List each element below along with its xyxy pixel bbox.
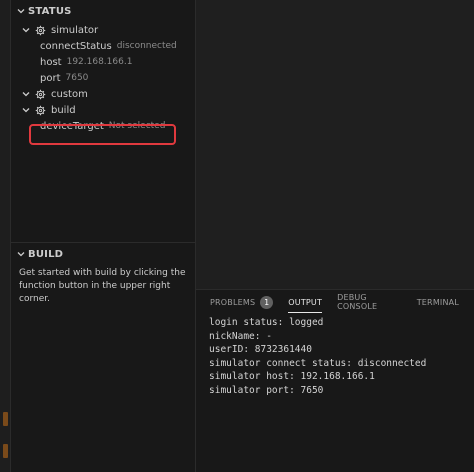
chevron-down-icon bbox=[19, 87, 33, 101]
output-line: userID: 8732361440 bbox=[209, 344, 312, 356]
status-section-title: STATUS bbox=[28, 5, 72, 17]
tab-label: OUTPUT bbox=[288, 297, 323, 307]
chevron-down-icon bbox=[19, 23, 33, 37]
tree-group-label: custom bbox=[51, 88, 88, 100]
gear-icon bbox=[33, 103, 47, 117]
problems-count-badge: 1 bbox=[260, 295, 274, 309]
output-line: nickName: - bbox=[209, 330, 272, 342]
tab-label: TERMINAL bbox=[416, 297, 459, 307]
tab-label: PROBLEMS bbox=[210, 297, 256, 307]
bottom-panel: PROBLEMS 1 OUTPUT DEBUG CONSOLE TERMINAL… bbox=[196, 289, 474, 472]
tab-terminal[interactable]: TERMINAL bbox=[417, 290, 459, 314]
tree-item-host[interactable]: host 192.168.166.1 bbox=[11, 54, 195, 70]
activity-bar bbox=[0, 0, 11, 472]
tree-item-port[interactable]: port 7650 bbox=[11, 70, 195, 86]
tab-problems[interactable]: PROBLEMS 1 bbox=[210, 290, 274, 314]
gear-icon bbox=[33, 87, 47, 101]
tree-item-key: port bbox=[40, 72, 61, 84]
build-section-title: BUILD bbox=[28, 248, 64, 260]
tab-debug-console[interactable]: DEBUG CONSOLE bbox=[337, 290, 402, 314]
build-section: BUILD Get started with build by clicking… bbox=[11, 242, 196, 306]
activity-indicator bbox=[3, 412, 8, 426]
tree-group-custom[interactable]: custom bbox=[11, 86, 195, 102]
chevron-down-icon bbox=[14, 4, 28, 18]
output-line: simulator host: 192.168.166.1 bbox=[209, 371, 375, 383]
build-section-header[interactable]: BUILD bbox=[11, 243, 196, 265]
tree-group-label: build bbox=[51, 104, 76, 116]
tab-label: DEBUG CONSOLE bbox=[337, 293, 378, 311]
tree-item-connect-status[interactable]: connectStatus disconnected bbox=[11, 38, 195, 54]
build-description: Get started with build by clicking the f… bbox=[19, 268, 186, 304]
tree-item-key: connectStatus bbox=[40, 40, 112, 52]
gear-icon bbox=[33, 23, 47, 37]
tab-output[interactable]: OUTPUT bbox=[288, 290, 322, 314]
highlight-box bbox=[29, 124, 176, 145]
tree-item-value: 192.168.166.1 bbox=[66, 57, 133, 67]
tree-group-simulator[interactable]: simulator bbox=[11, 22, 195, 38]
tree-item-key: host bbox=[40, 56, 62, 68]
sidebar: STATUS simulator connectStatus disconnec… bbox=[11, 0, 196, 472]
tree-item-value: disconnected bbox=[116, 41, 177, 51]
output-log[interactable]: login status: logged nickName: - userID: 8… bbox=[196, 314, 474, 398]
output-line: simulator connect status: disconnected bbox=[209, 357, 427, 369]
chevron-down-icon bbox=[14, 247, 28, 261]
panel-tabs: PROBLEMS 1 OUTPUT DEBUG CONSOLE TERMINAL bbox=[196, 290, 474, 314]
editor-area bbox=[196, 0, 474, 289]
output-line: simulator port: 7650 bbox=[209, 384, 324, 396]
tree-group-label: simulator bbox=[51, 24, 99, 36]
output-line: login status: logged bbox=[209, 317, 324, 328]
status-section-header[interactable]: STATUS bbox=[11, 0, 195, 22]
chevron-down-icon bbox=[19, 103, 33, 117]
activity-indicator bbox=[3, 444, 8, 458]
tree-item-value: 7650 bbox=[65, 73, 89, 83]
tree-group-build[interactable]: build bbox=[11, 102, 195, 118]
